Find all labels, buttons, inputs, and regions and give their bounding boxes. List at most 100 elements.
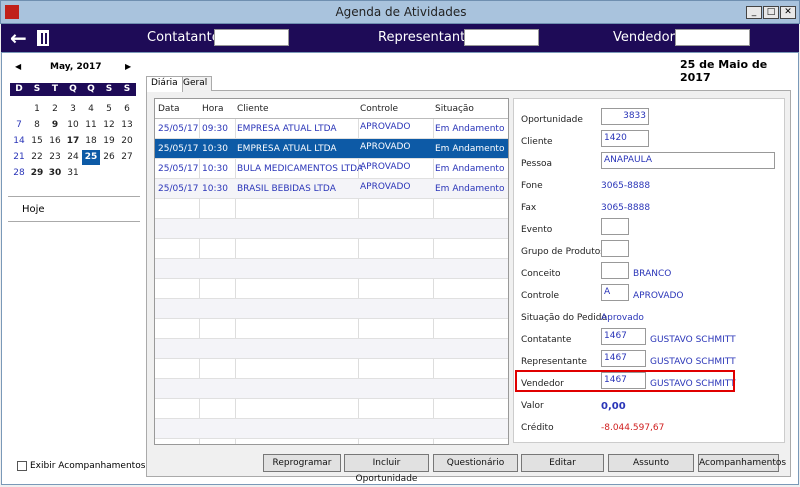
representante-input[interactable]: 1467 <box>601 350 646 367</box>
representante-input[interactable] <box>464 29 539 46</box>
conceito-input[interactable] <box>601 262 629 279</box>
column-header[interactable]: Situação <box>435 104 474 114</box>
empty-row <box>155 379 508 399</box>
empty-row <box>155 319 508 339</box>
calendar-day[interactable]: 27 <box>118 152 136 162</box>
table-row[interactable]: 25/05/17 10:30 EMPRESA ATUAL LTDA APROVADO E… <box>155 139 508 159</box>
tab-diaria[interactable]: Diária <box>146 76 183 92</box>
column-header[interactable]: Data <box>158 104 180 114</box>
valor-label: Valor <box>521 401 544 411</box>
empty-row <box>155 199 508 219</box>
calendar-day[interactable]: 18 <box>82 136 100 146</box>
table-cell: 10:30 <box>202 164 228 174</box>
fax-label: Fax <box>521 203 537 213</box>
grid-header: Data Hora Cliente Controle Situação <box>155 99 508 119</box>
calendar-day[interactable]: 30 <box>46 168 64 178</box>
evento-label: Evento <box>521 225 553 235</box>
show-followups-checkbox[interactable] <box>17 461 27 471</box>
calendar-day[interactable]: 8 <box>28 120 46 130</box>
calendar-day[interactable]: 10 <box>64 120 82 130</box>
pessoa-label: Pessoa <box>521 159 553 169</box>
calendar-day[interactable]: 17 <box>64 136 82 146</box>
calendar-day[interactable]: 19 <box>100 136 118 146</box>
question-rio-button[interactable]: Questionário <box>433 454 518 472</box>
controle-label: Controle <box>521 291 560 301</box>
table-cell: 09:30 <box>202 124 228 134</box>
calendar-month: May, 2017 <box>50 62 102 72</box>
calendar-day[interactable]: 23 <box>46 152 64 162</box>
empty-row <box>155 299 508 319</box>
calendar-day[interactable]: 15 <box>28 136 46 146</box>
calendar-day[interactable]: 20 <box>118 136 136 146</box>
table-row[interactable]: 25/05/17 09:30 EMPRESA ATUAL LTDA APROVADO E… <box>155 119 508 139</box>
calendar-day[interactable]: 7 <box>10 120 28 130</box>
calendar-day[interactable]: 26 <box>100 152 118 162</box>
calendar-day[interactable]: 3 <box>64 104 82 114</box>
minimize-button[interactable]: _ <box>746 6 762 19</box>
conceito-label: Conceito <box>521 269 561 279</box>
column-header[interactable]: Controle <box>360 104 398 114</box>
situacao-value: Aprovado <box>601 313 644 323</box>
column-header[interactable]: Cliente <box>237 104 269 114</box>
incluir-oportunidade-button[interactable]: Incluir Oportunidade <box>344 454 429 484</box>
contatante-input[interactable] <box>214 29 289 46</box>
valor-value: 0,00 <box>601 401 626 412</box>
empty-row <box>155 339 508 359</box>
controle-input[interactable]: A <box>601 284 629 301</box>
calendar-day[interactable]: 21 <box>10 152 28 162</box>
calendar-day[interactable]: 25 <box>82 150 100 165</box>
pessoa-input[interactable]: ANAPAULA <box>601 152 775 169</box>
fone-label: Fone <box>521 181 543 191</box>
calendar-day[interactable]: 14 <box>10 136 28 146</box>
activities-grid[interactable]: Data Hora Cliente Controle Situação 25/05/17 0… <box>154 98 509 445</box>
calendar-day[interactable]: 16 <box>46 136 64 146</box>
vendedor-input[interactable] <box>675 29 750 46</box>
evento-input[interactable] <box>601 218 629 235</box>
close-button[interactable]: ✕ <box>780 6 796 19</box>
table-row[interactable]: 25/05/17 10:30 BRASIL BEBIDAS LTDA APROVADO… <box>155 179 508 199</box>
calendar-day[interactable]: 11 <box>82 120 100 130</box>
editar-button[interactable]: Editar <box>521 454 604 472</box>
calendar-day[interactable]: 22 <box>28 152 46 162</box>
empty-row <box>155 279 508 299</box>
table-cell: APROVADO <box>360 142 411 152</box>
calendar-day[interactable]: 28 <box>10 168 28 178</box>
calendar-day[interactable]: 5 <box>100 104 118 114</box>
calendar-day[interactable]: 6 <box>118 104 136 114</box>
toolbar: ← Contatante Representante Vendedor <box>1 24 799 52</box>
contatante-input[interactable]: 1467 <box>601 328 646 345</box>
date-title: 25 de Maio de 2017 <box>680 58 768 84</box>
calendar-day[interactable]: 24 <box>64 152 82 162</box>
empty-row <box>155 359 508 379</box>
table-cell: APROVADO <box>360 182 411 192</box>
tab-geral[interactable]: Geral <box>178 76 213 91</box>
calendar-day[interactable]: 31 <box>64 168 82 178</box>
show-followups-label: Exibir Acompanhamentos <box>30 461 146 471</box>
assunto-button[interactable]: Assunto <box>608 454 694 472</box>
oportunidade-input[interactable]: 3833 <box>601 108 649 125</box>
calendar-day[interactable]: 4 <box>82 104 100 114</box>
trash-icon[interactable] <box>37 30 49 46</box>
maximize-button[interactable]: □ <box>763 6 779 19</box>
calendar-day[interactable]: 13 <box>118 120 136 130</box>
table-row[interactable]: 25/05/17 10:30 BULA MEDICAMENTOS LTDA APROV… <box>155 159 508 179</box>
back-arrow-icon[interactable]: ← <box>10 26 27 50</box>
calendar-day[interactable]: 2 <box>46 104 64 114</box>
calendar-day[interactable]: 9 <box>46 120 64 130</box>
situacao-label: Situação do Pedido <box>521 313 607 323</box>
contatante-description: GUSTAVO SCHMITT <box>650 335 736 345</box>
calendar-day[interactable]: 1 <box>28 104 46 114</box>
weekday-header: Q <box>87 84 95 94</box>
calendar-day[interactable]: 12 <box>100 120 118 130</box>
next-month-button[interactable]: ▶ <box>125 62 131 71</box>
grupo-input[interactable] <box>601 240 629 257</box>
grupo-label: Grupo de Produtos <box>521 247 605 257</box>
acompanhamentos-button[interactable]: Acompanhamentos <box>698 454 786 472</box>
prev-month-button[interactable]: ◀ <box>15 62 21 71</box>
today-button[interactable]: Hoje <box>22 204 45 215</box>
cliente-input[interactable]: 1420 <box>601 130 649 147</box>
reprogramar-button[interactable]: Reprogramar <box>263 454 341 472</box>
calendar-day[interactable]: 29 <box>28 168 46 178</box>
vendedor-highlight <box>515 370 735 392</box>
column-header[interactable]: Hora <box>202 104 224 114</box>
